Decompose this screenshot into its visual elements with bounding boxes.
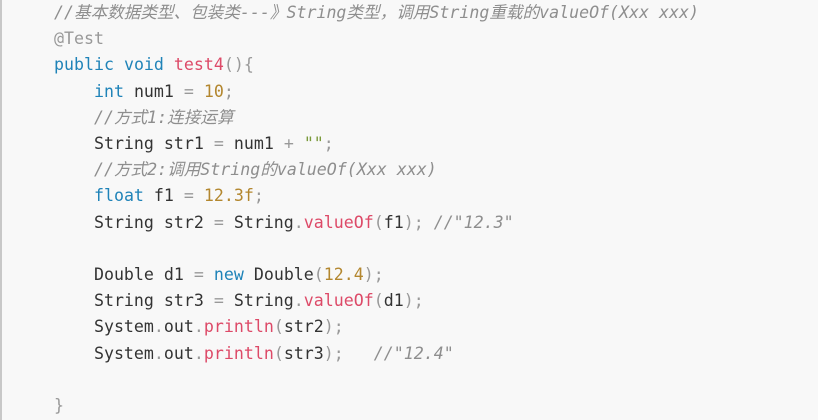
code-line: //基本数据类型、包装类---》String类型，调用String重载的valu… bbox=[54, 0, 699, 26]
code-token-punct: ); bbox=[403, 212, 424, 232]
code-token-punct: ); bbox=[363, 265, 384, 284]
code-token-plain: String str1 bbox=[54, 134, 214, 153]
code-token-punct: } bbox=[54, 396, 64, 415]
code-token-number: 12.3f bbox=[203, 186, 254, 206]
code-token-punct: . bbox=[153, 343, 164, 363]
code-line: int num1 = 10; bbox=[54, 79, 234, 105]
code-token-keyword: int bbox=[93, 81, 124, 101]
code-token-plain: out bbox=[163, 317, 194, 337]
code-token-plain: d1 bbox=[383, 291, 404, 311]
code-token-plain: out bbox=[163, 343, 194, 363]
code-token-keyword: new bbox=[213, 265, 244, 284]
code-token-plain: String str3 bbox=[54, 291, 214, 311]
code-token-comment: //方式2:调用String的valueOf(Xxx xxx) bbox=[93, 160, 437, 180]
code-token-annotation: @Test bbox=[54, 29, 104, 49]
code-line: System.out.println(str3); //"12.4" bbox=[54, 341, 454, 367]
code-block: //基本数据类型、包装类---》String类型，调用String重载的valu… bbox=[0, 0, 818, 420]
code-line: String str2 = String.valueOf(f1); //"12.… bbox=[54, 210, 514, 236]
code-token-punct: (){ bbox=[223, 55, 254, 75]
code-token-punct: ); bbox=[403, 291, 424, 311]
code-token-string: "" bbox=[303, 134, 324, 153]
code-token-punct: + bbox=[283, 134, 294, 153]
code-token-plain: String bbox=[223, 291, 294, 311]
code-token-punct: ; bbox=[253, 186, 264, 206]
code-token-punct: . bbox=[293, 291, 304, 311]
code-token-punct: ; bbox=[323, 134, 334, 153]
code-token-plain: num1 bbox=[223, 134, 284, 153]
code-token-punct: ( bbox=[273, 343, 284, 363]
code-token-func: valueOf bbox=[303, 291, 374, 311]
code-token-func: valueOf bbox=[303, 212, 374, 232]
code-token-plain: num1 bbox=[123, 81, 184, 101]
code-token-plain: f1 bbox=[383, 212, 404, 232]
code-token-plain: String bbox=[223, 212, 294, 232]
code-line: @Test bbox=[54, 26, 104, 52]
code-token-func: test4 bbox=[173, 55, 224, 75]
code-token-plain: str3 bbox=[283, 343, 324, 363]
code-line: String str3 = String.valueOf(d1); bbox=[54, 288, 424, 314]
code-token-keyword: public bbox=[54, 55, 114, 75]
code-token-func: println bbox=[203, 343, 274, 363]
code-token-plain: Double d1 bbox=[54, 265, 194, 284]
code-token-punct: ( bbox=[373, 291, 384, 311]
code-token-plain: str2 bbox=[283, 317, 324, 337]
code-token-punct: ( bbox=[273, 317, 284, 337]
code-token-plain: f1 bbox=[143, 186, 184, 206]
code-token-number: 10 bbox=[203, 81, 224, 101]
code-line: System.out.println(str2); bbox=[54, 314, 344, 340]
code-token-comment: //"12.3" bbox=[433, 212, 514, 232]
code-token-punct: = bbox=[213, 291, 224, 311]
code-token-func: println bbox=[203, 317, 274, 337]
code-token-punct: = bbox=[183, 186, 194, 206]
code-token-punct: = bbox=[213, 212, 224, 232]
code-line: String str1 = num1 + ""; bbox=[54, 131, 334, 157]
code-token-plain: String str2 bbox=[54, 212, 214, 232]
code-line: } bbox=[54, 393, 64, 419]
code-token-punct: . bbox=[193, 317, 204, 337]
code-token-plain: System bbox=[54, 317, 154, 337]
code-token-comment: //基本数据类型、包装类---》String类型，调用String重载的valu… bbox=[54, 3, 699, 22]
code-token-punct: ; bbox=[223, 81, 234, 101]
code-line: Double d1 = new Double(12.4); bbox=[54, 262, 384, 288]
code-token-punct: . bbox=[293, 212, 304, 232]
code-token-punct: ( bbox=[373, 212, 384, 232]
code-token-punct: . bbox=[193, 343, 204, 363]
code-token-number: 12.4 bbox=[323, 265, 364, 284]
code-token-keyword: void bbox=[123, 55, 164, 75]
code-token-punct: . bbox=[153, 317, 164, 337]
code-line: //方式2:调用String的valueOf(Xxx xxx) bbox=[54, 157, 437, 183]
code-token-punct: ); bbox=[323, 343, 344, 363]
code-token-plain: Double bbox=[243, 265, 314, 284]
code-token-comment: //"12.4" bbox=[373, 343, 454, 363]
code-token-plain: System bbox=[54, 343, 154, 363]
code-token-punct: = bbox=[213, 134, 224, 153]
code-line: public void test4(){ bbox=[54, 52, 254, 78]
code-line: float f1 = 12.3f; bbox=[54, 183, 264, 209]
code-token-punct: ); bbox=[323, 317, 344, 337]
code-token-comment: //方式1:连接运算 bbox=[93, 107, 234, 127]
code-line: //方式1:连接运算 bbox=[54, 105, 234, 131]
code-token-keyword: float bbox=[93, 186, 144, 206]
code-token-punct: = bbox=[193, 265, 204, 284]
code-token-punct: ( bbox=[313, 265, 324, 284]
code-token-punct: = bbox=[183, 81, 194, 101]
